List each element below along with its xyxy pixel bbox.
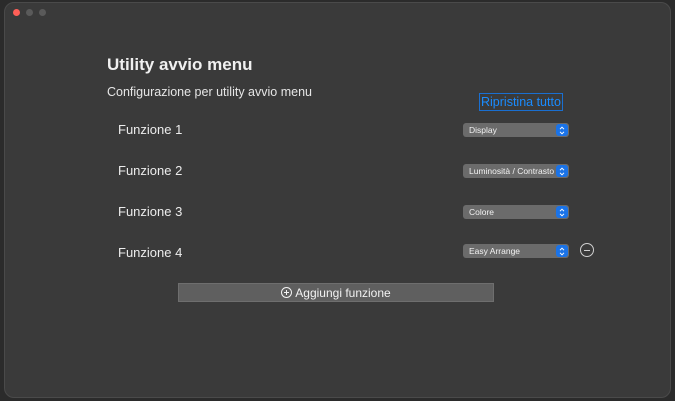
function-3-label: Funzione 3 (118, 204, 183, 219)
function-1-value: Display (469, 125, 497, 135)
function-2-select[interactable]: Luminosità / Contrasto (463, 164, 569, 178)
function-3-select[interactable]: Colore (463, 205, 569, 219)
function-1-label: Funzione 1 (118, 122, 183, 137)
remove-function-4-button[interactable] (580, 243, 594, 257)
updown-chevron-icon (556, 124, 568, 136)
updown-chevron-icon (556, 245, 568, 257)
add-function-label: Aggiungi funzione (295, 285, 391, 300)
page-title: Utility avvio menu (107, 55, 253, 74)
reset-all-button[interactable]: Ripristina tutto (479, 93, 563, 111)
function-3-value: Colore (469, 207, 495, 217)
function-4-value: Easy Arrange (469, 246, 521, 256)
close-window-button[interactable] (13, 9, 20, 16)
window-controls (13, 9, 46, 16)
function-2-value: Luminosità / Contrasto (469, 166, 555, 176)
zoom-window-button[interactable] (39, 9, 46, 16)
function-2-label: Funzione 2 (118, 163, 183, 178)
add-function-button[interactable]: Aggiungi funzione (178, 283, 494, 302)
function-1-select[interactable]: Display (463, 123, 569, 137)
plus-circle-icon (281, 287, 293, 298)
updown-chevron-icon (556, 165, 568, 177)
function-4-label: Funzione 4 (118, 245, 183, 260)
page-subtitle: Configurazione per utility avvio menu (107, 85, 312, 99)
app-window: Utility avvio menu Configurazione per ut… (4, 2, 671, 398)
function-4-select[interactable]: Easy Arrange (463, 244, 569, 258)
minimize-window-button[interactable] (26, 9, 33, 16)
updown-chevron-icon (556, 206, 568, 218)
